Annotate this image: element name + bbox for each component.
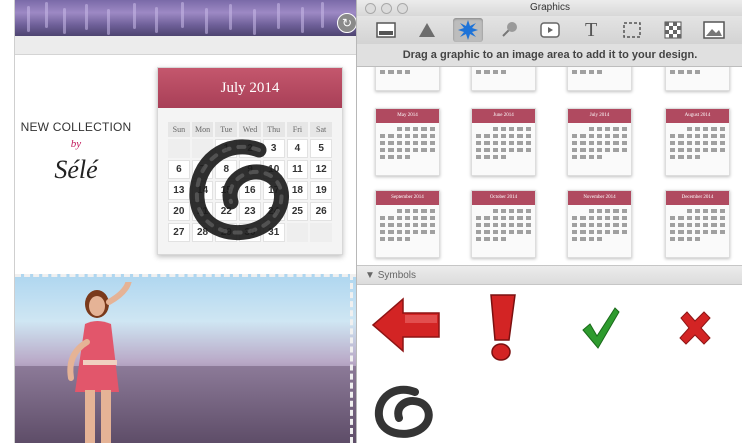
calendar-day-cell: 19	[310, 181, 332, 200]
dashed-frame-icon	[623, 22, 641, 38]
calendar-thumbnail[interactable]: July 2014	[567, 108, 632, 176]
media-icon	[540, 22, 560, 38]
symbols-label: Symbols	[377, 270, 417, 281]
layout-icon	[375, 22, 396, 38]
calendar-thumbnail-title: September 2014	[376, 191, 439, 205]
calendar-thumbnail[interactable]: June 2014	[471, 108, 536, 176]
calendar-thumbnail-title: October 2014	[472, 191, 535, 205]
calendar-thumbnail[interactable]: December 2014	[665, 190, 730, 258]
day-name: Mon	[191, 122, 214, 137]
calendar-thumbnail[interactable]: May 2014	[375, 108, 440, 176]
graphics-panel: Graphics T Drag a graphic to an image ar…	[356, 0, 742, 443]
tab-shapes[interactable]	[412, 18, 442, 42]
calendar-library: May 2014 June 2014 July 2014 August 2014 Sep…	[357, 67, 742, 265]
day-name: Fri	[286, 122, 309, 137]
photo-icon	[703, 21, 726, 39]
day-name: Thu	[262, 122, 285, 137]
collection-heading: NEW COLLECTION	[20, 120, 132, 134]
calendar-thumbnail[interactable]: September 2014	[375, 190, 440, 258]
tab-frames[interactable]	[617, 18, 647, 42]
triangle-icon	[418, 23, 435, 37]
tab-stickers[interactable]	[452, 18, 483, 42]
app-window: ↻ NEW COLLECTION by Sélé July 2014 Sun Mo…	[0, 0, 742, 443]
day-name: Tue	[215, 122, 238, 137]
calendar-day-cell	[310, 223, 332, 242]
image-area-border-right	[350, 274, 353, 443]
day-name: Sat	[310, 122, 332, 137]
calendar-day-cell: 26	[310, 202, 332, 221]
woman-photo	[67, 282, 132, 443]
disclosure-triangle-icon: ▼	[365, 270, 375, 281]
brand-name: Sélé	[54, 155, 98, 184]
calendar-thumbnail-title: August 2014	[666, 109, 729, 123]
red-arrow-icon[interactable]	[371, 297, 441, 353]
tab-photos[interactable]	[699, 18, 729, 42]
section-divider	[15, 36, 357, 55]
calendar-title: July 2014	[158, 68, 342, 108]
day-name: Sun	[168, 122, 190, 137]
starburst-icon	[457, 20, 478, 40]
calendar-thumbnail[interactable]: October 2014	[471, 190, 536, 258]
window-title: Graphics	[529, 2, 570, 13]
calendar-thumbnail-title: June 2014	[472, 109, 535, 123]
tab-pins[interactable]	[494, 18, 524, 42]
calendar-thumbnail[interactable]	[375, 67, 440, 91]
x-mark-icon[interactable]	[677, 310, 713, 346]
pattern-icon	[664, 21, 682, 39]
tab-text[interactable]: T	[576, 18, 606, 42]
symbols-section-header[interactable]: ▼ Symbols	[357, 265, 742, 285]
text-icon: T	[584, 18, 598, 41]
calendar-thumbnail[interactable]	[567, 67, 632, 91]
image-area-border	[15, 274, 357, 277]
calendar-thumbnail[interactable]: November 2014	[567, 190, 632, 258]
graphics-toolbar: T	[357, 16, 742, 44]
swirl-icon[interactable]	[371, 384, 437, 440]
tab-backgrounds[interactable]	[371, 18, 401, 42]
swirl-graphic-icon[interactable]	[187, 136, 299, 246]
day-name: Wed	[239, 122, 261, 137]
exclamation-icon[interactable]	[485, 292, 519, 364]
calendar-day-cell: 5	[310, 139, 332, 158]
calendar-thumbnail-title: May 2014	[376, 109, 439, 123]
title-bar: Graphics	[357, 0, 742, 16]
lavender-banner-image[interactable]	[15, 0, 357, 36]
pushpin-icon	[502, 22, 517, 37]
tab-patterns[interactable]	[658, 18, 688, 42]
calendar-thumbnail[interactable]: August 2014	[665, 108, 730, 176]
calendar-thumbnail[interactable]	[471, 67, 536, 91]
calendar-thumbnail-title: December 2014	[666, 191, 729, 205]
tab-media[interactable]	[535, 18, 565, 42]
by-line: by	[70, 138, 82, 150]
rotate-icon[interactable]: ↻	[337, 13, 357, 33]
calendar-thumbnail-title: November 2014	[568, 191, 631, 205]
checkmark-icon[interactable]	[581, 306, 621, 350]
design-canvas[interactable]: ↻ NEW COLLECTION by Sélé July 2014 Sun Mo…	[14, 0, 357, 443]
calendar-day-cell: 12	[310, 160, 332, 179]
calendar-thumbnail-title: July 2014	[568, 109, 631, 123]
drag-hint: Drag a graphic to an image area to add i…	[357, 44, 742, 67]
calendar-thumbnail[interactable]	[665, 67, 730, 91]
